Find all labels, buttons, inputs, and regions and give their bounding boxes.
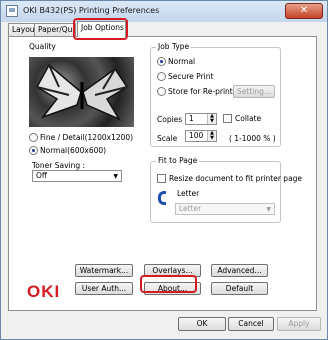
paper-orientation-icon (158, 191, 166, 205)
watermark-button[interactable]: Watermark... (75, 264, 133, 277)
butterfly-preview-image (29, 57, 134, 127)
scale-range-label: ( 1-1000 % ) (229, 134, 276, 143)
fit-paper-select[interactable]: Letter ▼ (175, 203, 275, 215)
copies-value: 1 (189, 114, 194, 123)
default-button[interactable]: Default (211, 282, 268, 295)
copies-stepper[interactable]: 1 ▲ ▼ (185, 113, 217, 125)
scale-stepper[interactable]: 100 ▲ ▼ (185, 130, 217, 142)
advanced-button[interactable]: Advanced... (211, 264, 268, 277)
setting-button[interactable]: Setting... (233, 85, 275, 98)
toner-saving-select[interactable]: Off ▼ (32, 170, 122, 182)
printer-app-icon (6, 5, 18, 17)
letter-label: Letter (177, 189, 200, 198)
quality-normal-label: Normal(600x600) (40, 146, 107, 155)
job-type-store-label: Store for Re-print (168, 87, 233, 96)
job-type-store-radio[interactable] (157, 87, 166, 96)
quality-group-label: Quality (29, 42, 56, 51)
apply-button[interactable]: Apply (277, 317, 321, 331)
title-bar[interactable]: OKI B432(PS) Printing Preferences ✕ (1, 1, 327, 22)
job-type-secure-radio[interactable] (157, 72, 166, 81)
job-type-normal-radio[interactable] (157, 57, 166, 66)
scale-label: Scale (157, 134, 178, 143)
spin-arrows-icon[interactable]: ▲ ▼ (207, 114, 216, 124)
job-options-panel: Quality Fine / Detail(1200x1200) Normal(… (8, 36, 317, 311)
tab-layout[interactable]: Layout (8, 23, 35, 36)
ok-button[interactable]: OK (178, 317, 226, 331)
scale-value: 100 (189, 131, 204, 140)
user-auth-button[interactable]: User Auth... (75, 282, 133, 295)
butterfly-icon (35, 63, 129, 121)
quality-fine-radio[interactable] (29, 133, 38, 142)
tab-paper-quality[interactable]: Paper/Qualit (34, 23, 76, 36)
resize-document-label: Resize document to fit printer page (169, 174, 303, 183)
chevron-down-icon: ▼ (266, 206, 271, 213)
job-type-group: Job Type Normal Secure Print Store for R… (150, 42, 281, 147)
quality-normal-radio[interactable] (29, 146, 38, 155)
about-button[interactable]: About... (144, 282, 201, 295)
cancel-button[interactable]: Cancel (228, 317, 274, 331)
spin-arrows-icon[interactable]: ▲ ▼ (207, 131, 216, 141)
job-type-group-label: Job Type (156, 42, 192, 51)
toner-saving-label: Toner Saving : (32, 161, 86, 170)
job-type-normal-label: Normal (168, 57, 196, 66)
fit-to-page-group: Fit to Page Resize document to fit print… (150, 156, 302, 223)
resize-document-checkbox[interactable] (157, 174, 166, 183)
collate-label: Collate (235, 114, 262, 123)
tab-job-options[interactable]: Job Options (77, 21, 126, 37)
oki-logo: OKI (27, 282, 61, 301)
quality-fine-label: Fine / Detail(1200x1200) (40, 133, 134, 142)
collate-checkbox[interactable] (223, 114, 232, 123)
printing-preferences-window: OKI B432(PS) Printing Preferences ✕ Layo… (0, 0, 328, 340)
overlays-button[interactable]: Overlays... (144, 264, 201, 277)
close-button[interactable]: ✕ (285, 3, 323, 19)
fit-paper-value: Letter (179, 204, 202, 213)
job-type-secure-label: Secure Print (168, 72, 214, 81)
copies-label: Copies (157, 115, 183, 124)
chevron-down-icon: ▼ (113, 173, 118, 180)
toner-saving-value: Off (36, 171, 48, 180)
fit-to-page-group-label: Fit to Page (156, 156, 200, 165)
window-title: OKI B432(PS) Printing Preferences (23, 6, 160, 15)
